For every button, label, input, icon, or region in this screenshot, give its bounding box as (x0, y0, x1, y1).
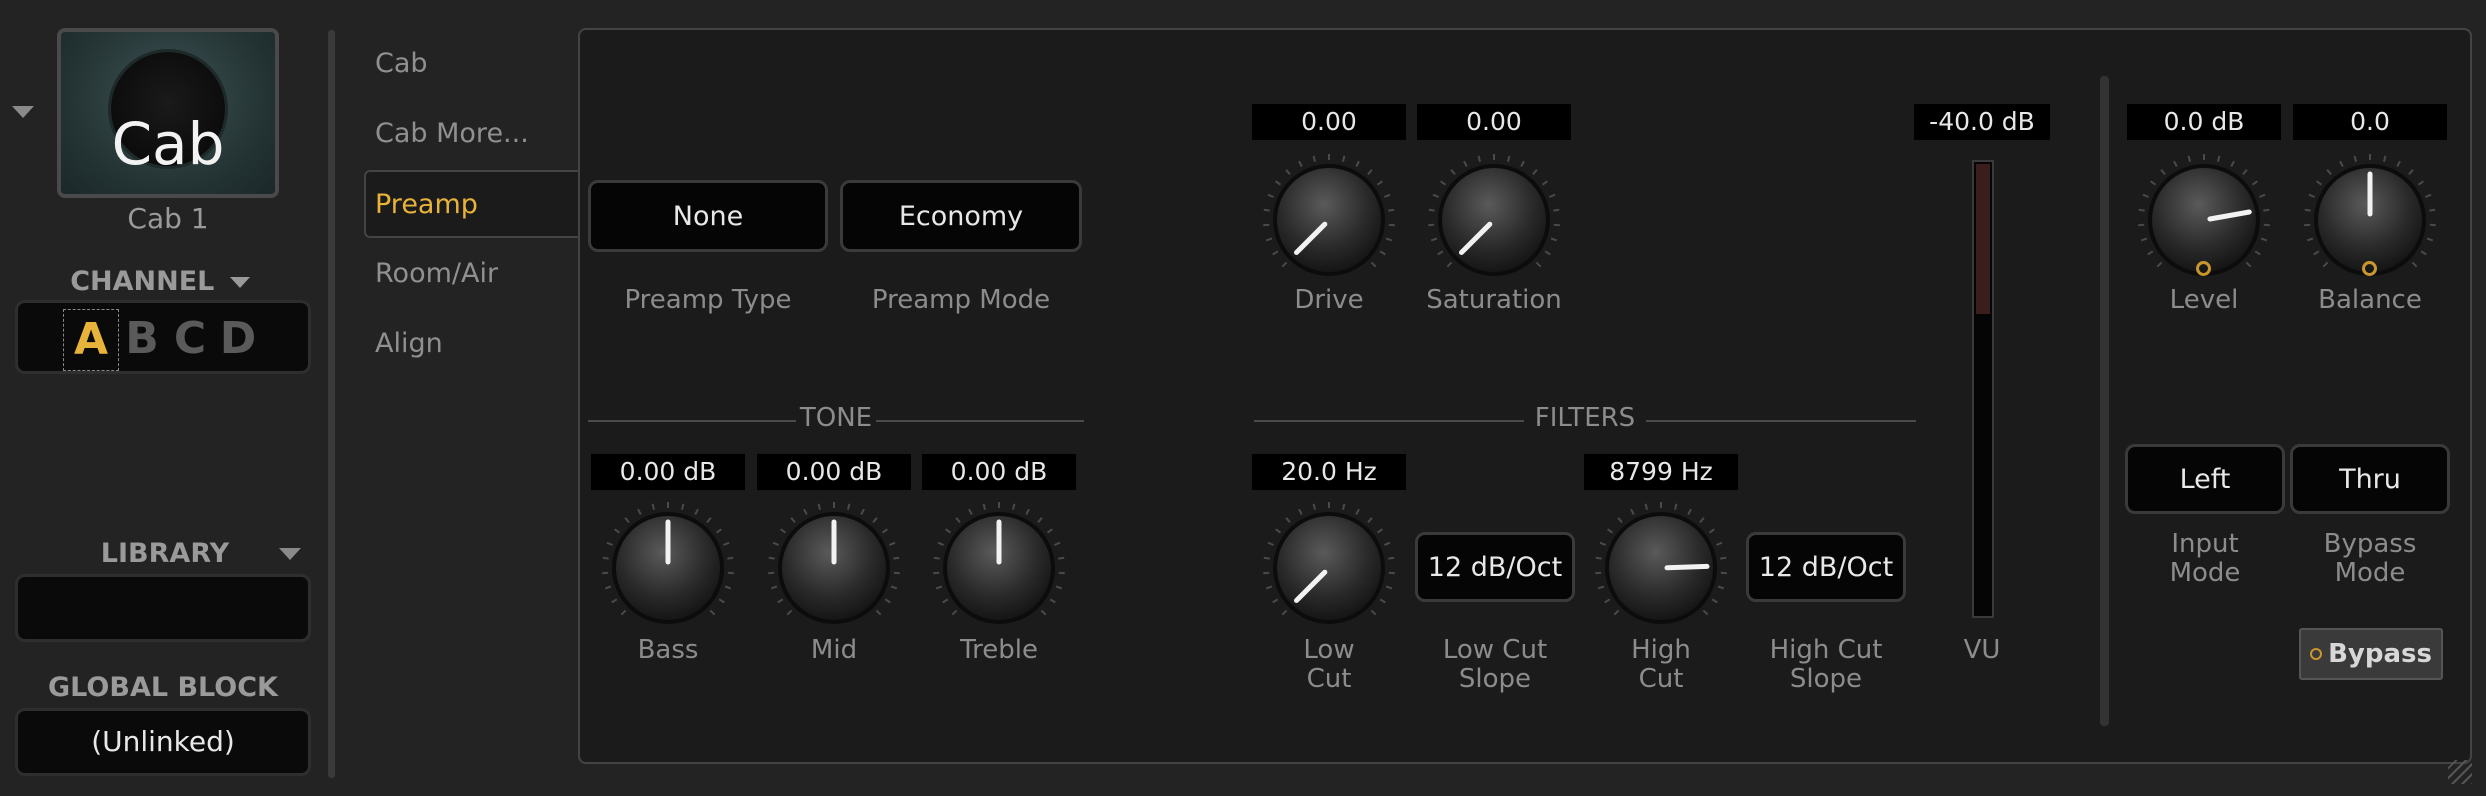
knob-graphic (768, 502, 900, 624)
channel-a[interactable]: A (63, 309, 119, 371)
page-cab-more[interactable]: Cab More... (375, 118, 529, 149)
block-name: Cab 1 (127, 202, 209, 235)
tone-divider-right (876, 420, 1084, 422)
bypass-mode-select[interactable]: Thru (2290, 444, 2450, 514)
page-preamp[interactable]: Preamp (375, 189, 478, 220)
low-cut-label: Low Cut (1303, 635, 1355, 694)
treble-label: Treble (960, 635, 1038, 665)
level-label: Level (2169, 285, 2239, 315)
block-menu-arrow-icon[interactable] (12, 106, 34, 118)
input-mode-select[interactable]: Left (2125, 444, 2285, 514)
page-cab[interactable]: Cab (375, 48, 428, 79)
high-cut-knob[interactable] (1591, 498, 1731, 638)
library-title: LIBRARY (100, 538, 230, 569)
knob-graphic (1263, 502, 1395, 624)
filters-divider-left (1254, 420, 1524, 422)
saturation-label: Saturation (1426, 285, 1562, 315)
balance-label: Balance (2318, 285, 2422, 315)
saturation-value[interactable]: 0.00 (1417, 104, 1571, 140)
bypass-button-label: Bypass (2328, 639, 2432, 669)
tone-divider-left (588, 420, 796, 422)
bypass-led-icon (2310, 648, 2323, 660)
channel-selector: A B C D (15, 300, 311, 374)
bass-value[interactable]: 0.00 dB (591, 454, 745, 490)
mid-value[interactable]: 0.00 dB (757, 454, 911, 490)
drive-label: Drive (1294, 285, 1364, 315)
tone-title: TONE (799, 403, 873, 433)
mid-knob[interactable] (764, 498, 904, 638)
knob-graphic (1428, 154, 1560, 276)
page-align[interactable]: Align (375, 328, 443, 359)
library-chevron-down-icon[interactable] (279, 548, 301, 560)
page-room-air[interactable]: Room/Air (375, 258, 498, 289)
block-icon-label: Cab (111, 110, 225, 178)
filters-title: FILTERS (1534, 403, 1636, 433)
channel-header[interactable]: CHANNEL (60, 266, 260, 297)
drive-knob[interactable] (1259, 150, 1399, 290)
vu-value: -40.0 dB (1914, 104, 2050, 140)
balance-indicator-icon (2362, 261, 2377, 276)
high-cut-slope-label: High Cut Slope (1769, 635, 1883, 694)
resize-grip-icon[interactable] (2448, 760, 2472, 784)
level-value[interactable]: 0.0 dB (2127, 104, 2281, 140)
channel-title: CHANNEL (70, 266, 215, 297)
block-icon[interactable]: Cab (57, 28, 279, 198)
vu-label: VU (1963, 635, 2001, 665)
knob-graphic (1595, 502, 1727, 624)
channel-b[interactable]: B (122, 309, 162, 369)
saturation-knob[interactable] (1424, 150, 1564, 290)
low-cut-knob[interactable] (1259, 498, 1399, 638)
drive-value[interactable]: 0.00 (1252, 104, 1406, 140)
low-cut-slope-label: Low Cut Slope (1442, 635, 1548, 694)
preamp-mode-label: Preamp Mode (871, 285, 1051, 315)
bass-knob[interactable] (598, 498, 738, 638)
preamp-type-select[interactable]: None (588, 180, 828, 252)
preamp-type-label: Preamp Type (624, 285, 792, 315)
high-cut-label: High Cut (1631, 635, 1691, 694)
bypass-button[interactable]: Bypass (2299, 628, 2443, 680)
filters-divider-right (1646, 420, 1916, 422)
preamp-mode-select[interactable]: Economy (840, 180, 1082, 252)
mid-label: Mid (810, 635, 858, 665)
knob-graphic (933, 502, 1065, 624)
input-mode-label: Input Mode (2169, 529, 2241, 588)
high-cut-slope-select[interactable]: 12 dB/Oct (1746, 532, 1906, 602)
treble-knob[interactable] (929, 498, 1069, 638)
left-divider (328, 30, 335, 778)
bass-label: Bass (637, 635, 699, 665)
treble-value[interactable]: 0.00 dB (922, 454, 1076, 490)
amp-editor: Cab Cab 1 CHANNEL A B C D LIBRARY GLOBAL… (0, 0, 2486, 796)
high-cut-value[interactable]: 8799 Hz (1584, 454, 1738, 490)
level-indicator-icon (2196, 261, 2211, 276)
channel-d[interactable]: D (218, 309, 258, 369)
bypass-mode-label: Bypass Mode (2323, 529, 2417, 588)
output-divider (2100, 76, 2109, 726)
knob-graphic (1263, 154, 1395, 276)
global-block-title: GLOBAL BLOCK (48, 672, 278, 703)
knob-graphic (602, 502, 734, 624)
library-field[interactable] (15, 574, 311, 642)
vu-meter (1972, 160, 1994, 618)
low-cut-value[interactable]: 20.0 Hz (1252, 454, 1406, 490)
global-block-field[interactable]: (Unlinked) (15, 708, 311, 776)
low-cut-slope-select[interactable]: 12 dB/Oct (1415, 532, 1575, 602)
channel-c[interactable]: C (170, 309, 210, 369)
balance-value[interactable]: 0.0 (2293, 104, 2447, 140)
channel-chevron-down-icon (229, 277, 250, 288)
vu-meter-peak-zone (1976, 164, 1990, 314)
